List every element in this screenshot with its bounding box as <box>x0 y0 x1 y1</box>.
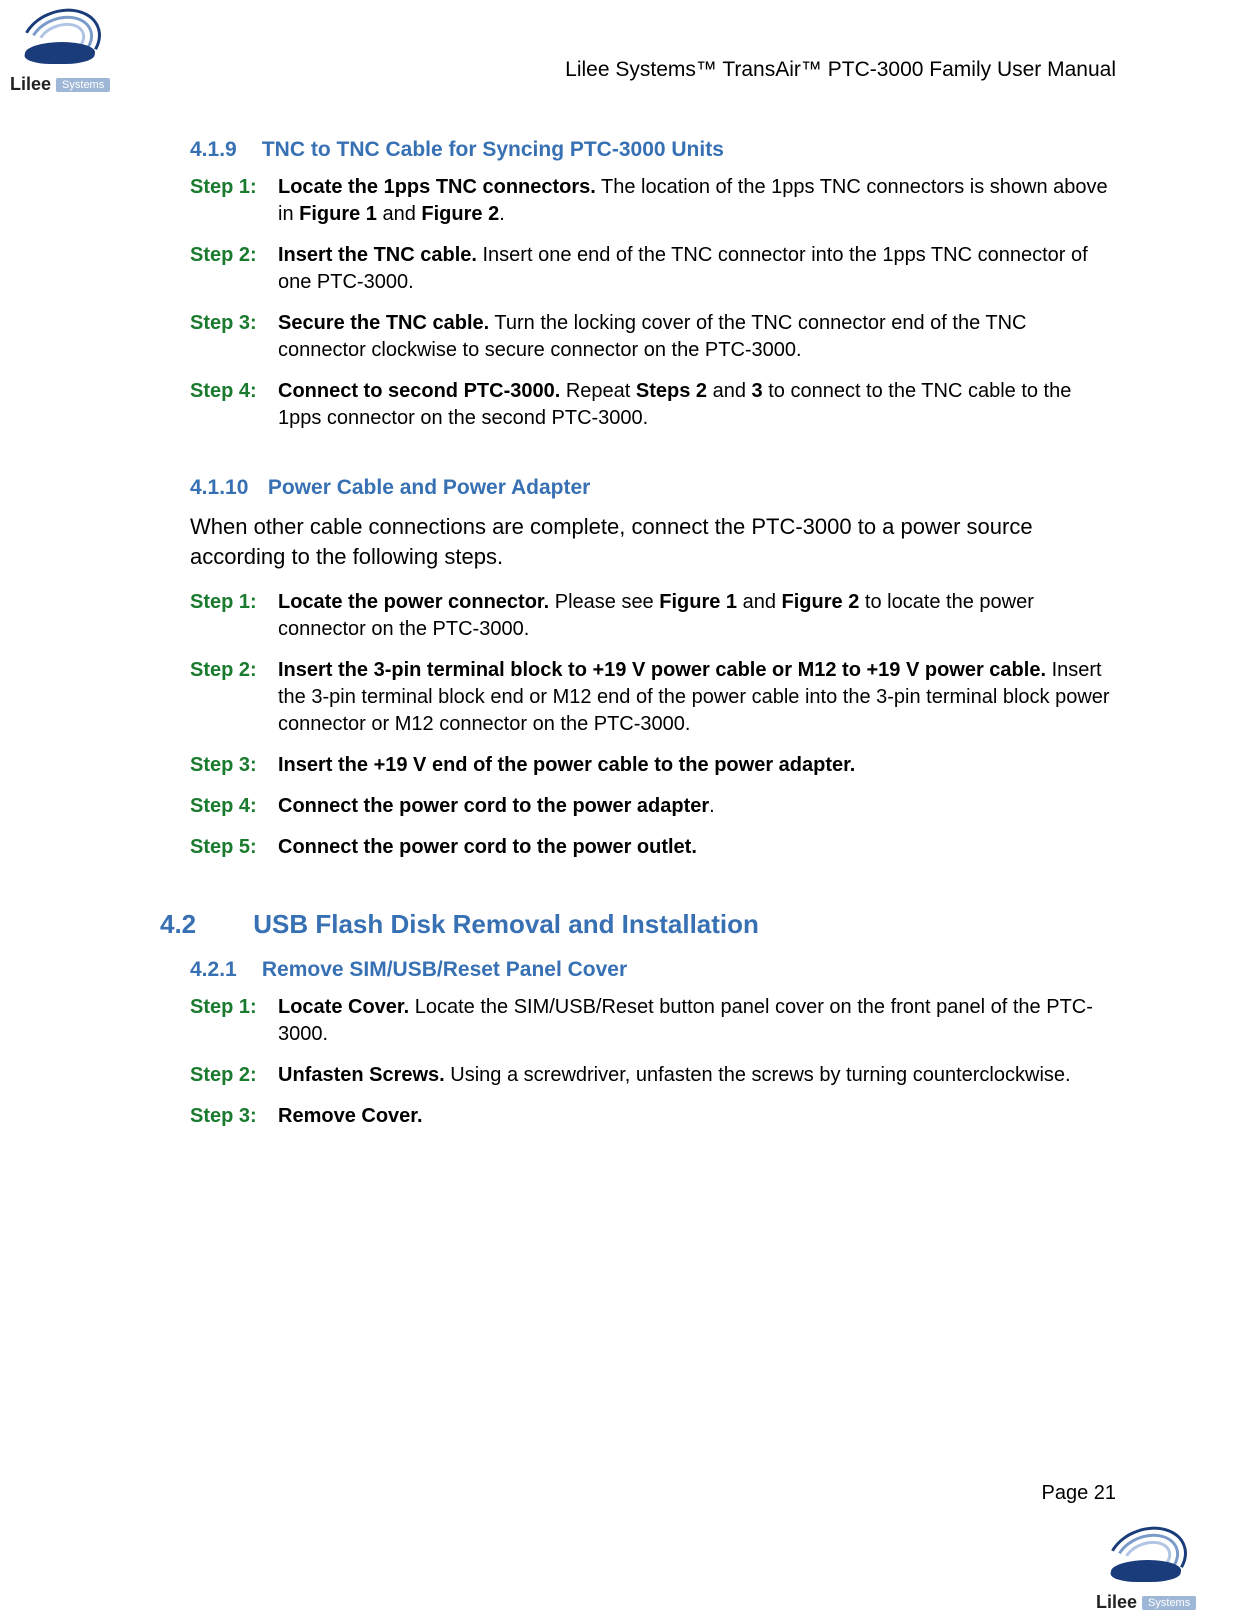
heading-text: Power Cable and Power Adapter <box>268 476 590 499</box>
step-row: Step 3: Remove Cover. <box>190 1103 1116 1130</box>
step-label: Step 3: <box>190 310 278 337</box>
step-label: Step 2: <box>190 657 278 684</box>
section-4-2-1: 4.2.1 Remove SIM/USB/Reset Panel Cover S… <box>190 958 1116 1130</box>
step-lead: Remove Cover. <box>278 1105 423 1127</box>
step-lead: Locate the power connector. <box>278 591 549 613</box>
step-body: Locate Cover. Locate the SIM/USB/Reset b… <box>278 994 1116 1048</box>
step-body: Remove Cover. <box>278 1103 1116 1130</box>
section-4-1-10: 4.1.10 Power Cable and Power Adapter Whe… <box>190 476 1116 861</box>
section-4-1-9: 4.1.9 TNC to TNC Cable for Syncing PTC-3… <box>190 138 1116 432</box>
step-body: Connect to second PTC-3000. Repeat Steps… <box>278 378 1116 432</box>
step-row: Step 4: Connect the power cord to the po… <box>190 793 1116 820</box>
step-label: Step 1: <box>190 589 278 616</box>
heading-4-1-9: 4.1.9 TNC to TNC Cable for Syncing PTC-3… <box>190 138 1116 162</box>
figure-ref: Figure 1 <box>299 203 377 225</box>
step-body: Insert the TNC cable. Insert one end of … <box>278 242 1116 296</box>
step-row: Step 1: Locate Cover. Locate the SIM/USB… <box>190 994 1116 1048</box>
figure-ref: Figure 1 <box>659 591 737 613</box>
step-text: Please see <box>549 591 659 613</box>
brand-tag: Systems <box>56 78 110 92</box>
heading-number: 4.1.10 <box>190 476 262 500</box>
heading-text: Remove SIM/USB/Reset Panel Cover <box>262 958 627 981</box>
step-row: Step 2: Insert the 3-pin terminal block … <box>190 657 1116 738</box>
step-row: Step 2: Insert the TNC cable. Insert one… <box>190 242 1116 296</box>
step-label: Step 2: <box>190 242 278 269</box>
step-text: and <box>377 203 421 225</box>
heading-4-2: 4.2 USB Flash Disk Removal and Installat… <box>160 909 1116 940</box>
step-lead: Insert the TNC cable. <box>278 244 477 266</box>
document-title: Lilee Systems™ TransAir™ PTC-3000 Family… <box>565 58 1116 82</box>
step-label: Step 1: <box>190 994 278 1021</box>
step-label: Step 4: <box>190 378 278 405</box>
heading-number: 4.1.9 <box>190 138 256 162</box>
heading-text: USB Flash Disk Removal and Installation <box>253 909 759 939</box>
step-body: Insert the +19 V end of the power cable … <box>278 752 1116 779</box>
step-body: Locate the 1pps TNC connectors. The loca… <box>278 174 1116 228</box>
step-body: Secure the TNC cable. Turn the locking c… <box>278 310 1116 364</box>
step-body: Connect the power cord to the power outl… <box>278 834 1116 861</box>
step-lead: Unfasten Screws. <box>278 1064 445 1086</box>
section-intro: When other cable connections are complet… <box>190 512 1116 571</box>
content-area: 4.1.9 TNC to TNC Cable for Syncing PTC-3… <box>190 138 1116 1174</box>
page-container: Lilee Systems Lilee Systems™ TransAir™ P… <box>0 0 1256 1623</box>
logo-graphic-icon <box>20 10 100 70</box>
step-label: Step 1: <box>190 174 278 201</box>
figure-ref: Figure 2 <box>421 203 499 225</box>
step-lead: Secure the TNC cable. <box>278 312 489 334</box>
step-row: Step 5: Connect the power cord to the po… <box>190 834 1116 861</box>
step-text: and <box>707 380 751 402</box>
step-row: Step 1: Locate the power connector. Plea… <box>190 589 1116 643</box>
heading-text: TNC to TNC Cable for Syncing PTC-3000 Un… <box>262 138 724 161</box>
brand-name: Lilee Systems <box>10 74 110 95</box>
step-row: Step 1: Locate the 1pps TNC connectors. … <box>190 174 1116 228</box>
step-row: Step 4: Connect to second PTC-3000. Repe… <box>190 378 1116 432</box>
step-label: Step 4: <box>190 793 278 820</box>
brand-text: Lilee <box>1096 1592 1137 1612</box>
step-lead: Insert the +19 V end of the power cable … <box>278 754 855 776</box>
step-lead: Connect the power cord to the power adap… <box>278 795 709 817</box>
step-label: Step 5: <box>190 834 278 861</box>
step-lead: Insert the 3-pin terminal block to +19 V… <box>278 659 1046 681</box>
brand-name: Lilee Systems <box>1096 1592 1196 1613</box>
step-row: Step 2: Unfasten Screws. Using a screwdr… <box>190 1062 1116 1089</box>
step-text: and <box>737 591 781 613</box>
heading-4-2-1: 4.2.1 Remove SIM/USB/Reset Panel Cover <box>190 958 1116 982</box>
step-lead: Connect to second PTC-3000. <box>278 380 560 402</box>
step-lead: Locate Cover. <box>278 996 409 1018</box>
step-label: Step 3: <box>190 1103 278 1130</box>
brand-logo-top: Lilee Systems <box>10 10 110 95</box>
page-number: Page 21 <box>1041 1482 1116 1505</box>
step-lead: Connect the power cord to the power outl… <box>278 836 697 858</box>
logo-graphic-icon <box>1106 1528 1186 1588</box>
step-lead: Locate the 1pps TNC connectors. <box>278 176 596 198</box>
step-body: Connect the power cord to the power adap… <box>278 793 1116 820</box>
brand-text: Lilee <box>10 74 51 94</box>
step-ref: Steps 2 <box>636 380 707 402</box>
heading-number: 4.2 <box>160 909 246 940</box>
step-row: Step 3: Secure the TNC cable. Turn the l… <box>190 310 1116 364</box>
brand-tag: Systems <box>1142 1596 1196 1610</box>
step-label: Step 3: <box>190 752 278 779</box>
step-ref: 3 <box>752 380 763 402</box>
heading-4-1-10: 4.1.10 Power Cable and Power Adapter <box>190 476 1116 500</box>
brand-logo-bottom: Lilee Systems <box>1096 1528 1196 1613</box>
figure-ref: Figure 2 <box>782 591 860 613</box>
step-text: Using a screwdriver, unfasten the screws… <box>445 1064 1071 1086</box>
step-label: Step 2: <box>190 1062 278 1089</box>
step-text: . <box>709 795 715 817</box>
heading-number: 4.2.1 <box>190 958 256 982</box>
step-row: Step 3: Insert the +19 V end of the powe… <box>190 752 1116 779</box>
step-body: Unfasten Screws. Using a screwdriver, un… <box>278 1062 1116 1089</box>
step-body: Insert the 3-pin terminal block to +19 V… <box>278 657 1116 738</box>
step-text: . <box>499 203 505 225</box>
step-text: Repeat <box>560 380 636 402</box>
step-body: Locate the power connector. Please see F… <box>278 589 1116 643</box>
